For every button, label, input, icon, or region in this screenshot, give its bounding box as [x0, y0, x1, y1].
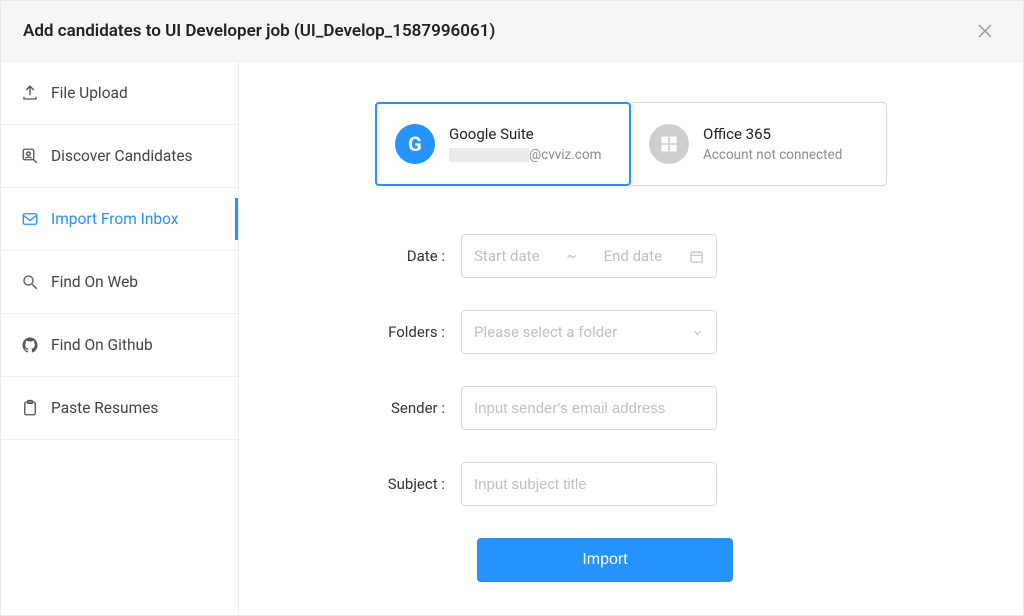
provider-card-office365[interactable]: Office 365 Account not connected — [631, 102, 887, 186]
email-suffix: @cvviz.com — [529, 147, 601, 163]
mail-icon — [21, 210, 39, 228]
provider-email: @cvviz.com — [449, 147, 601, 163]
import-button[interactable]: Import — [477, 538, 733, 582]
provider-title: Google Suite — [449, 125, 601, 143]
sidebar-item-find-on-github[interactable]: Find On Github — [1, 314, 238, 377]
provider-text: Office 365 Account not connected — [703, 125, 842, 163]
sidebar-item-label: Find On Github — [51, 336, 153, 354]
form-row-date: Date : Start date ~ End date — [351, 234, 911, 278]
sender-input[interactable] — [474, 400, 704, 417]
upload-icon — [21, 84, 39, 102]
provider-title: Office 365 — [703, 125, 842, 143]
subject-input-wrapper — [461, 462, 717, 506]
provider-card-google[interactable]: G Google Suite @cvviz.com — [375, 102, 631, 186]
modal-body: File Upload Discover Candidates Import F… — [1, 62, 1023, 615]
form-row-folders: Folders : Please select a folder — [351, 310, 911, 354]
office365-icon — [649, 124, 689, 164]
form-row-subject: Subject : — [351, 462, 911, 506]
paste-icon — [21, 399, 39, 417]
subject-input[interactable] — [474, 476, 704, 493]
add-candidates-modal: Add candidates to UI Developer job (UI_D… — [0, 0, 1024, 616]
google-icon: G — [395, 124, 435, 164]
search-user-icon — [21, 147, 39, 165]
subject-label: Subject : — [351, 475, 461, 493]
github-icon — [21, 336, 39, 354]
submit-row: Import — [351, 538, 911, 582]
sidebar-item-label: Find On Web — [51, 273, 138, 291]
close-icon — [977, 23, 993, 39]
calendar-icon — [689, 249, 704, 264]
sidebar-item-import-from-inbox[interactable]: Import From Inbox — [1, 188, 238, 251]
sender-input-wrapper — [461, 386, 717, 430]
folders-label: Folders : — [351, 323, 461, 341]
folders-select[interactable]: Please select a folder — [461, 310, 717, 354]
sidebar-item-label: File Upload — [51, 84, 128, 102]
import-form: Date : Start date ~ End date Folders : P… — [351, 234, 911, 582]
sender-label: Sender : — [351, 399, 461, 417]
main-panel: G Google Suite @cvviz.com Office 365 — [239, 62, 1023, 615]
sidebar-item-file-upload[interactable]: File Upload — [1, 62, 238, 125]
modal-title: Add candidates to UI Developer job (UI_D… — [23, 21, 495, 41]
sidebar-item-label: Paste Resumes — [51, 399, 158, 417]
form-row-sender: Sender : — [351, 386, 911, 430]
sidebar-item-label: Discover Candidates — [51, 147, 193, 165]
close-button[interactable] — [969, 19, 1001, 43]
chevron-down-icon — [691, 326, 704, 339]
email-masked-part — [449, 148, 529, 162]
date-separator: ~ — [566, 247, 576, 265]
sidebar-item-label: Import From Inbox — [51, 210, 179, 228]
provider-selector: G Google Suite @cvviz.com Office 365 — [289, 102, 973, 186]
provider-subtitle: Account not connected — [703, 147, 842, 163]
sidebar: File Upload Discover Candidates Import F… — [1, 62, 239, 615]
sidebar-item-paste-resumes[interactable]: Paste Resumes — [1, 377, 238, 440]
search-icon — [21, 273, 39, 291]
provider-text: Google Suite @cvviz.com — [449, 125, 601, 163]
folders-placeholder: Please select a folder — [474, 323, 617, 341]
modal-header: Add candidates to UI Developer job (UI_D… — [1, 1, 1023, 62]
end-date-placeholder: End date — [604, 247, 662, 265]
sidebar-item-find-on-web[interactable]: Find On Web — [1, 251, 238, 314]
date-label: Date : — [351, 247, 461, 265]
date-range-picker[interactable]: Start date ~ End date — [461, 234, 717, 278]
sidebar-item-discover-candidates[interactable]: Discover Candidates — [1, 125, 238, 188]
start-date-placeholder: Start date — [474, 247, 540, 265]
